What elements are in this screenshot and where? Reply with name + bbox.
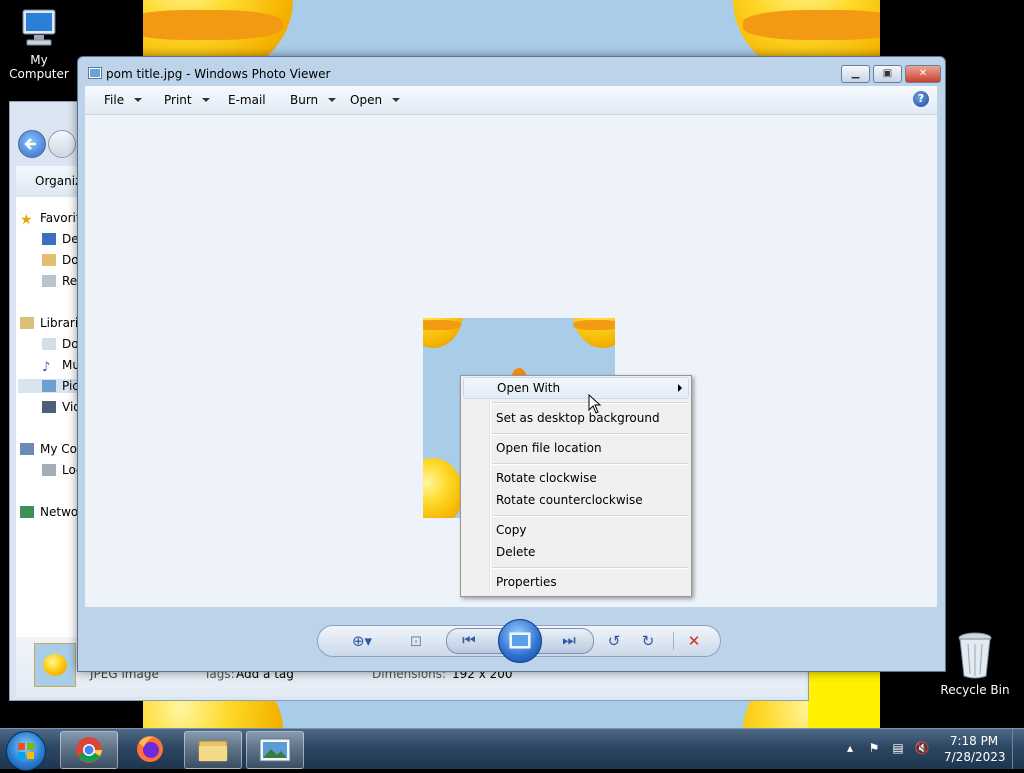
photo-viewer-icon (259, 738, 291, 762)
documents-icon (42, 338, 56, 350)
show-desktop-button[interactable] (1012, 729, 1024, 769)
minimize-button[interactable]: ▁ (841, 65, 870, 83)
desktop-icon-my-computer[interactable]: My Computer (0, 8, 78, 81)
context-menu: Open With Set as desktop background Open… (460, 375, 692, 597)
menu-item-set-desktop-background[interactable]: Set as desktop background (463, 407, 689, 429)
rotate-ccw-icon: ↺ (607, 632, 621, 650)
chrome-icon (76, 737, 102, 763)
delete-button[interactable]: ✕ (684, 632, 704, 650)
computer-icon (20, 443, 34, 455)
volume-muted-icon[interactable]: 🔇 (914, 741, 930, 757)
menu-email[interactable]: E-mail (228, 93, 266, 107)
zoom-button[interactable]: ⊕▾ (346, 632, 378, 650)
taskbar-chrome[interactable] (60, 731, 118, 769)
previous-icon: ⏮ (462, 631, 476, 649)
back-button[interactable] (18, 130, 46, 158)
close-button[interactable]: ✕ (905, 65, 941, 83)
window-title: pom title.jpg - Windows Photo Viewer (106, 67, 331, 81)
taskbar-firefox[interactable] (122, 731, 178, 767)
next-button[interactable]: ⏭ (559, 631, 579, 649)
chevron-down-icon (134, 98, 143, 102)
rotate-clockwise-button[interactable]: ↻ (638, 632, 658, 650)
menu-separator (492, 515, 688, 517)
menu-item-delete[interactable]: Delete (463, 541, 689, 563)
photo-viewer-app-icon (88, 67, 102, 79)
viewer-controls-bar: ⊕▾ ⊡ ⏮ ⏭ ↺ ↻ ✕ (85, 607, 937, 669)
slideshow-icon (509, 632, 531, 649)
folder-icon (198, 740, 228, 762)
help-icon[interactable]: ? (913, 91, 929, 107)
taskbar-explorer[interactable] (184, 731, 242, 769)
chevron-up-icon: ▴ (846, 741, 854, 755)
taskbar-photo-viewer[interactable] (246, 731, 304, 769)
back-arrow-icon (24, 138, 36, 150)
maximize-button[interactable]: ▣ (873, 65, 902, 83)
computer-icon (22, 9, 56, 46)
actual-size-icon: ⊡ (409, 632, 423, 650)
menu-item-open-file-location[interactable]: Open file location (463, 437, 689, 459)
recent-places-icon (42, 275, 56, 287)
mouse-cursor-icon (588, 394, 602, 414)
taskbar-clock[interactable]: 7:18 PM 7/28/2023 (944, 733, 1006, 765)
rotate-counterclockwise-button[interactable]: ↺ (604, 632, 624, 650)
network-status-icon[interactable]: ▤ (890, 741, 906, 757)
desktop-icon-label: Recycle Bin (940, 683, 1010, 697)
forward-button[interactable] (48, 130, 76, 158)
menu-burn[interactable]: Burn (290, 93, 337, 107)
delete-icon: ✕ (687, 632, 701, 650)
menu-print[interactable]: Print (164, 93, 210, 107)
videos-icon (42, 401, 56, 413)
firefox-icon (137, 736, 163, 762)
maximize-icon: ▣ (882, 68, 893, 79)
close-icon: ✕ (918, 68, 928, 79)
menu-item-rotate-counterclockwise[interactable]: Rotate counterclockwise (463, 489, 689, 511)
menu-separator (492, 567, 688, 569)
show-hidden-icons-button[interactable]: ▴ (842, 741, 858, 757)
downloads-icon (42, 254, 56, 266)
chevron-down-icon (201, 98, 210, 102)
chevron-down-icon (392, 98, 401, 102)
menu-separator (492, 433, 688, 435)
clock-time: 7:18 PM (949, 734, 999, 748)
menu-item-rotate-clockwise[interactable]: Rotate clockwise (463, 467, 689, 489)
minimize-icon: ▁ (851, 68, 860, 79)
explorer-navigation-pane: ★Favorites Desktop Downloads Recent Plac… (16, 197, 145, 637)
star-icon: ★ (20, 212, 33, 228)
libraries-icon (20, 317, 34, 329)
start-button[interactable] (6, 731, 46, 771)
disk-icon (42, 464, 56, 476)
action-center-icon[interactable]: ⚑ (866, 741, 882, 757)
clock-date: 7/28/2023 (944, 750, 1006, 764)
file-thumbnail (34, 643, 76, 687)
menu-open[interactable]: Open (350, 93, 401, 107)
desktop-icon-recycle-bin[interactable]: Recycle Bin (936, 630, 1014, 697)
actual-size-button[interactable]: ⊡ (406, 632, 426, 650)
recycle-bin-icon (958, 632, 992, 679)
wallpaper-yellow-block (808, 672, 880, 728)
windows-logo-icon (18, 743, 34, 759)
desktop-icon-label: My Computer (9, 53, 69, 81)
menu-separator (492, 463, 688, 465)
taskbar: ▴ ⚑ ▤ 🔇 7:18 PM 7/28/2023 (0, 728, 1024, 771)
submenu-arrow-icon (678, 384, 682, 392)
desktop-icon (42, 233, 56, 245)
viewer-menu-bar: File Print E-mail Burn Open (85, 86, 937, 115)
network-icon (20, 506, 34, 518)
menu-item-copy[interactable]: Copy (463, 519, 689, 541)
menu-file[interactable]: File (104, 93, 143, 107)
menu-item-properties[interactable]: Properties (463, 571, 689, 593)
music-icon: ♪ (42, 360, 51, 375)
pictures-icon (42, 380, 56, 392)
previous-button[interactable]: ⏮ (459, 631, 479, 649)
slideshow-button[interactable] (498, 619, 542, 663)
next-icon: ⏭ (562, 631, 576, 649)
chevron-down-icon (328, 98, 337, 102)
menu-item-open-with[interactable]: Open With (463, 377, 689, 399)
toolbar-divider (673, 632, 674, 650)
rotate-cw-icon: ↻ (641, 632, 655, 650)
zoom-in-icon: ⊕▾ (351, 632, 373, 650)
controls-pill: ⊕▾ ⊡ ⏮ ⏭ ↺ ↻ ✕ (317, 619, 721, 663)
